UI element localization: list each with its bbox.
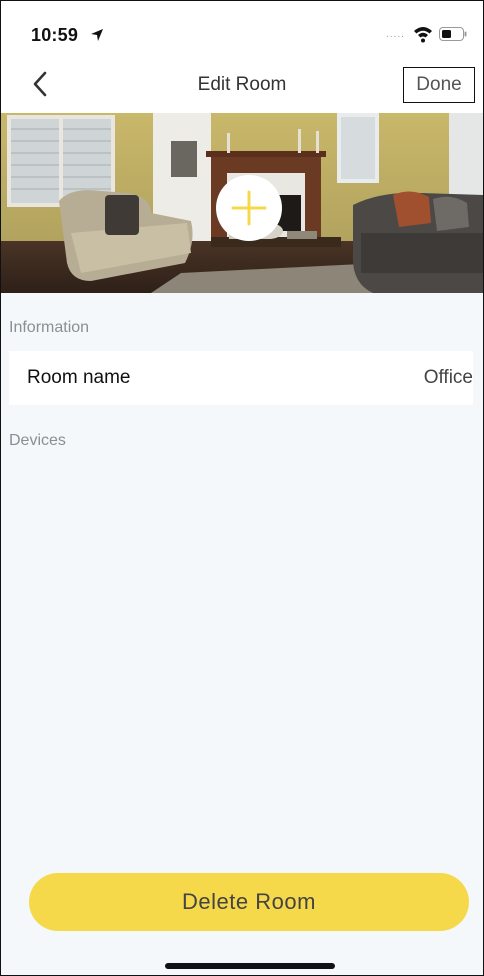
section-label-devices: Devices [9, 432, 66, 449]
status-bar: 10:59 ..... [1, 1, 483, 55]
battery-icon [439, 27, 467, 41]
delete-room-button[interactable]: Delete Room [29, 873, 469, 931]
plus-icon [231, 190, 267, 226]
navigation-bar: Edit Room Done [1, 55, 483, 113]
done-button[interactable]: Done [403, 67, 475, 103]
room-name-value: Office [423, 367, 473, 388]
status-time: 10:59 [31, 25, 79, 45]
room-photo[interactable] [1, 113, 483, 293]
home-indicator [165, 963, 335, 969]
app-screen: 10:59 ..... Edit Room Done Information R… [0, 0, 484, 976]
cellular-signal-icon: ..... [386, 29, 405, 40]
add-photo-button[interactable] [216, 175, 282, 241]
location-arrow-icon [91, 29, 103, 41]
room-name-row[interactable]: Room name Office [9, 351, 473, 405]
section-label-information: Information [9, 319, 90, 336]
wifi-icon [414, 27, 432, 43]
room-name-label: Room name [27, 367, 131, 388]
